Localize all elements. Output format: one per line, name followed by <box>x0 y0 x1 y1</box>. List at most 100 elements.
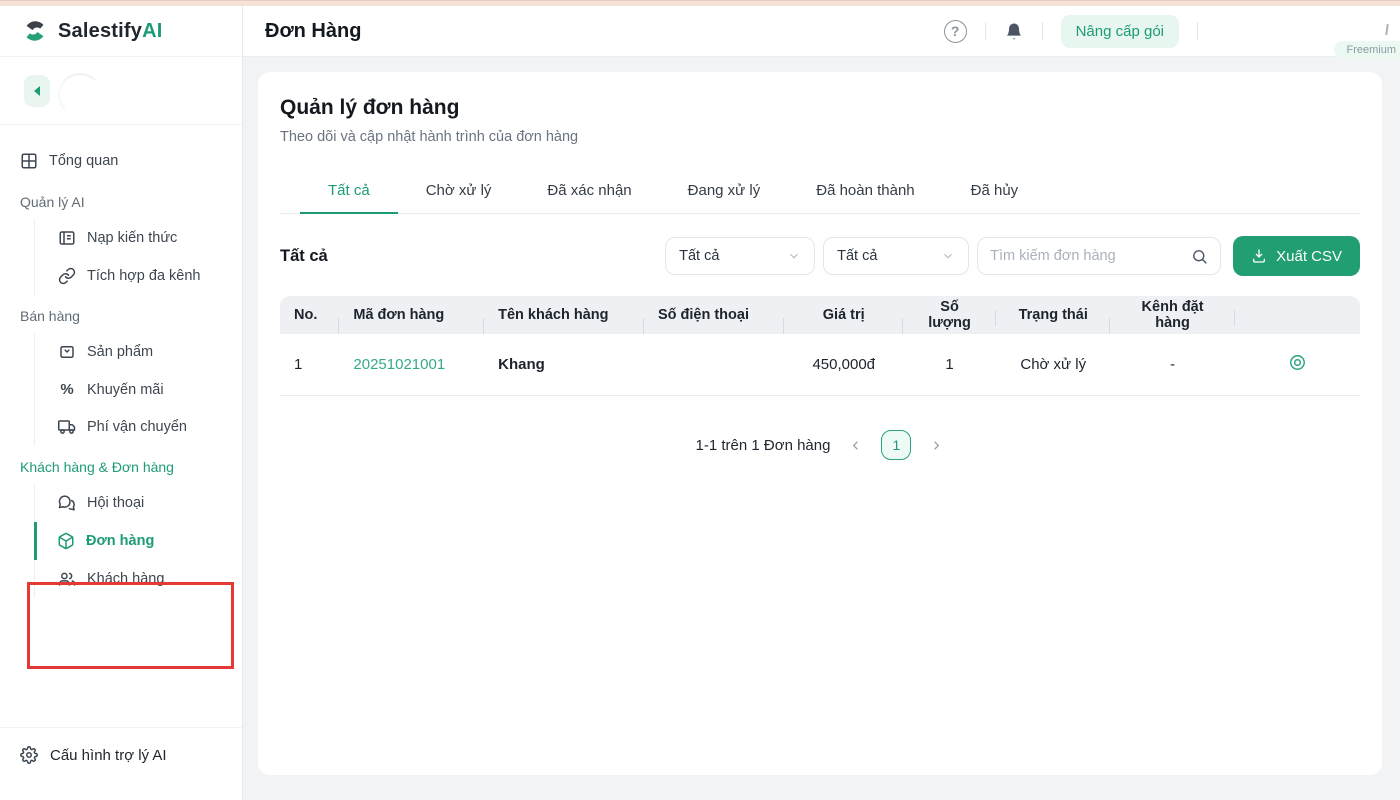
avatar-placeholder <box>58 73 102 117</box>
tab-confirmed[interactable]: Đã xác nhận <box>519 169 659 214</box>
page-1-button[interactable]: 1 <box>881 430 911 460</box>
pagination-summary: 1-1 trên 1 Đơn hàng <box>696 437 831 454</box>
sidebar-item-overview[interactable]: Tổng quan <box>0 141 242 181</box>
order-search <box>977 237 1221 275</box>
sidebar-item-label: Nạp kiến thức <box>87 230 177 246</box>
col-header-quantity: Số lượng <box>903 299 996 331</box>
col-header-phone: Số điện thoại <box>644 307 784 323</box>
view-order-button[interactable] <box>1288 353 1307 375</box>
sidebar-item-conversations[interactable]: Hội thoại <box>35 484 242 522</box>
document-icon <box>58 229 76 247</box>
status-tabs: Tất cả Chờ xử lý Đã xác nhận Đang xử lý … <box>280 169 1360 214</box>
col-header-no: No. <box>280 307 339 323</box>
pagination: 1-1 trên 1 Đơn hàng 1 <box>280 430 1360 460</box>
cropped-avatar-mark <box>1385 24 1388 35</box>
sidebar-item-knowledge[interactable]: Nạp kiến thức <box>35 219 242 257</box>
sidebar-group-ai: Nạp kiến thức Tích hợp đa kênh <box>34 219 242 295</box>
sidebar-item-label: Tích hợp đa kênh <box>87 268 201 284</box>
search-icon[interactable] <box>1191 248 1208 265</box>
help-icon: ? <box>944 20 967 43</box>
col-header-customer: Tên khách hàng <box>484 307 644 323</box>
app-window: SalestifyAI Tổng quan Quản lý AI Nạp kiế… <box>0 6 1400 800</box>
list-title: Tất cả <box>280 247 328 266</box>
bell-icon <box>1004 21 1024 41</box>
content-area: Quản lý đơn hàng Theo dõi và cập nhật hà… <box>243 57 1400 800</box>
page-subtitle: Theo dõi và cập nhật hành trình của đơn … <box>280 129 1360 145</box>
table-header-row: No. Mã đơn hàng Tên khách hàng Số điện t… <box>280 296 1360 334</box>
tab-cancelled[interactable]: Đã hủy <box>943 169 1047 214</box>
chevron-down-icon <box>941 249 955 263</box>
table-row[interactable]: 1 20251021001 Khang 450,000đ 1 Chờ xử lý… <box>280 334 1360 396</box>
users-icon <box>58 570 76 588</box>
sidebar-item-shipping[interactable]: Phí vận chuyển <box>35 408 242 446</box>
sidebar-item-orders[interactable]: Đơn hàng <box>34 522 242 560</box>
status-filter-select[interactable]: Tất cả <box>665 237 815 275</box>
cell-customer-name: Khang <box>498 356 545 373</box>
box-icon <box>58 343 76 361</box>
divider <box>985 22 986 40</box>
tab-completed[interactable]: Đã hoàn thành <box>788 169 942 214</box>
link-icon <box>58 267 76 285</box>
brand-name: SalestifyAI <box>58 20 162 43</box>
topbar: Đơn Hàng ? Nâng cấp gói Freemium <box>243 6 1400 57</box>
notifications-button[interactable] <box>1004 21 1024 41</box>
chevron-right-icon <box>929 438 944 453</box>
page-header-title: Đơn Hàng <box>265 20 361 43</box>
topbar-actions: ? Nâng cấp gói <box>944 15 1378 48</box>
brand-logo: SalestifyAI <box>0 6 242 57</box>
sidebar-item-products[interactable]: Sản phẩm <box>35 333 242 371</box>
sidebar-group-customers: Hội thoại Đơn hàng Khách hàng <box>34 484 242 598</box>
cell-value: 450,000đ <box>784 356 903 373</box>
grid-icon <box>20 152 38 170</box>
tab-processing[interactable]: Đang xử lý <box>660 169 789 214</box>
chat-icon <box>58 494 76 512</box>
col-header-status: Trạng thái <box>996 307 1110 323</box>
sidebar-item-label: Đơn hàng <box>86 533 154 549</box>
plan-badge: Freemium <box>1334 41 1400 59</box>
tab-pending[interactable]: Chờ xử lý <box>398 169 520 214</box>
sidebar-item-ai-config[interactable]: Cấu hình trợ lý AI <box>20 746 222 764</box>
chevron-down-icon <box>787 249 801 263</box>
divider <box>1197 22 1198 40</box>
orders-card: Quản lý đơn hàng Theo dõi và cập nhật hà… <box>258 72 1382 775</box>
export-csv-button[interactable]: Xuất CSV <box>1233 236 1360 276</box>
sidebar-item-label: Hội thoại <box>87 495 144 511</box>
logo-mark-icon <box>20 16 50 46</box>
sidebar-collapse-button[interactable] <box>24 75 50 107</box>
cell-quantity: 1 <box>903 356 996 373</box>
truck-icon <box>58 418 76 436</box>
channel-filter-value: Tất cả <box>837 248 877 264</box>
sidebar-item-label: Sản phẩm <box>87 344 153 360</box>
col-header-value: Giá trị <box>784 307 903 323</box>
order-code-link[interactable]: 20251021001 <box>353 356 445 373</box>
orders-table: No. Mã đơn hàng Tên khách hàng Số điện t… <box>280 296 1360 396</box>
divider <box>1042 22 1043 40</box>
sidebar-footer: Cấu hình trợ lý AI <box>0 727 242 792</box>
col-header-order-code: Mã đơn hàng <box>339 307 484 323</box>
cell-status: Chờ xử lý <box>996 356 1110 373</box>
tab-all[interactable]: Tất cả <box>300 169 398 214</box>
sidebar-section-sales: Bán hàng <box>0 295 242 333</box>
prev-page-button[interactable] <box>848 438 863 453</box>
channel-filter-select[interactable]: Tất cả <box>823 237 969 275</box>
brand-suffix: AI <box>142 20 162 42</box>
order-search-input[interactable] <box>990 248 1183 264</box>
upgrade-plan-button[interactable]: Nâng cấp gói <box>1061 15 1179 48</box>
sidebar-item-customers[interactable]: Khách hàng <box>35 560 242 598</box>
sidebar-collapse-row <box>0 57 242 125</box>
sidebar-item-label: Tổng quan <box>49 153 118 169</box>
chevron-left-icon <box>848 438 863 453</box>
gear-icon <box>20 746 38 764</box>
col-header-channel: Kênh đặt hàng <box>1110 299 1234 331</box>
sidebar-item-label: Cấu hình trợ lý AI <box>50 747 167 764</box>
sidebar-section-customers-orders: Khách hàng & Đơn hàng <box>0 446 242 484</box>
sidebar-item-promotions[interactable]: % Khuyến mãi <box>35 371 242 408</box>
download-icon <box>1251 248 1267 264</box>
eye-icon <box>1288 353 1307 372</box>
next-page-button[interactable] <box>929 438 944 453</box>
status-filter-value: Tất cả <box>679 248 719 264</box>
export-csv-label: Xuất CSV <box>1276 248 1342 265</box>
sidebar-item-label: Khách hàng <box>87 571 164 587</box>
sidebar-item-integration[interactable]: Tích hợp đa kênh <box>35 257 242 295</box>
help-button[interactable]: ? <box>944 20 967 43</box>
